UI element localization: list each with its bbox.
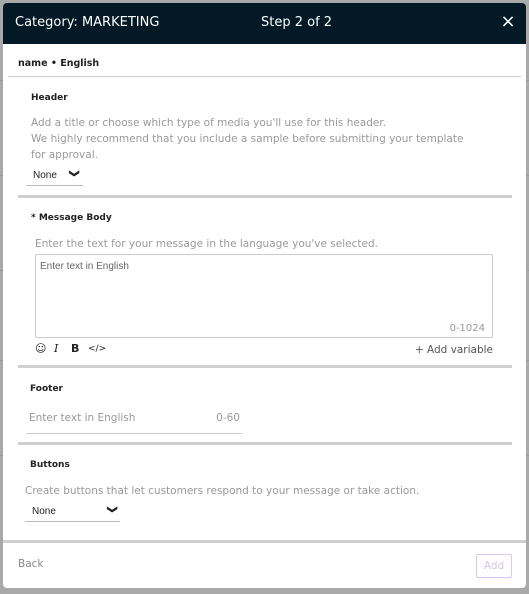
- footer-character-count: 0-60: [216, 412, 240, 424]
- buttons-help-text: Create buttons that let customers respon…: [25, 485, 420, 497]
- buttons-type-select[interactable]: None ❯: [25, 503, 120, 522]
- section-divider: [18, 195, 512, 198]
- chevron-down-icon: ❯: [68, 169, 80, 178]
- footer-placeholder: Enter text in English: [29, 412, 136, 424]
- section-divider: [18, 442, 512, 445]
- modal-header: Category: MARKETING Step 2 of 2 ×: [3, 3, 526, 44]
- header-help-line: for approval.: [31, 149, 98, 161]
- italic-icon[interactable]: I: [54, 342, 58, 355]
- footer-text-input[interactable]: Enter text in English 0-60: [26, 407, 242, 434]
- template-editor-modal: Category: MARKETING Step 2 of 2 × name •…: [3, 3, 526, 588]
- character-count: 0-1024: [449, 323, 485, 334]
- header-section-label: Header: [31, 93, 68, 103]
- modal-title: Category: MARKETING: [15, 15, 160, 30]
- footer-divider: [3, 540, 526, 543]
- buttons-section-label: Buttons: [30, 460, 70, 470]
- message-body-textarea[interactable]: Enter text in English 0-1024: [35, 254, 493, 338]
- emoji-icon[interactable]: ☺: [35, 342, 46, 355]
- header-help-line: We highly recommend that you include a s…: [31, 133, 464, 145]
- header-help-line: Add a title or choose which type of medi…: [31, 117, 387, 129]
- footer-section-label: Footer: [30, 384, 63, 394]
- select-value: None: [32, 506, 56, 517]
- close-icon[interactable]: ×: [500, 13, 516, 31]
- message-body-label: * Message Body: [31, 213, 112, 223]
- chevron-down-icon: ❯: [106, 505, 118, 514]
- add-button[interactable]: Add: [476, 554, 512, 578]
- template-name-language: name • English: [18, 58, 100, 69]
- code-icon[interactable]: </>: [88, 344, 106, 354]
- section-divider: [18, 365, 512, 368]
- textarea-placeholder: Enter text in English: [40, 261, 129, 272]
- bold-icon[interactable]: B: [71, 342, 79, 355]
- message-body-help: Enter the text for your message in the l…: [35, 238, 378, 250]
- select-value: None: [33, 170, 57, 181]
- divider: [8, 76, 521, 77]
- step-indicator: Step 2 of 2: [261, 15, 333, 30]
- add-variable-button[interactable]: + Add variable: [415, 344, 493, 356]
- header-help-text: Add a title or choose which type of medi…: [31, 115, 463, 163]
- back-button[interactable]: Back: [18, 558, 44, 570]
- header-media-select[interactable]: None ❯: [26, 167, 83, 186]
